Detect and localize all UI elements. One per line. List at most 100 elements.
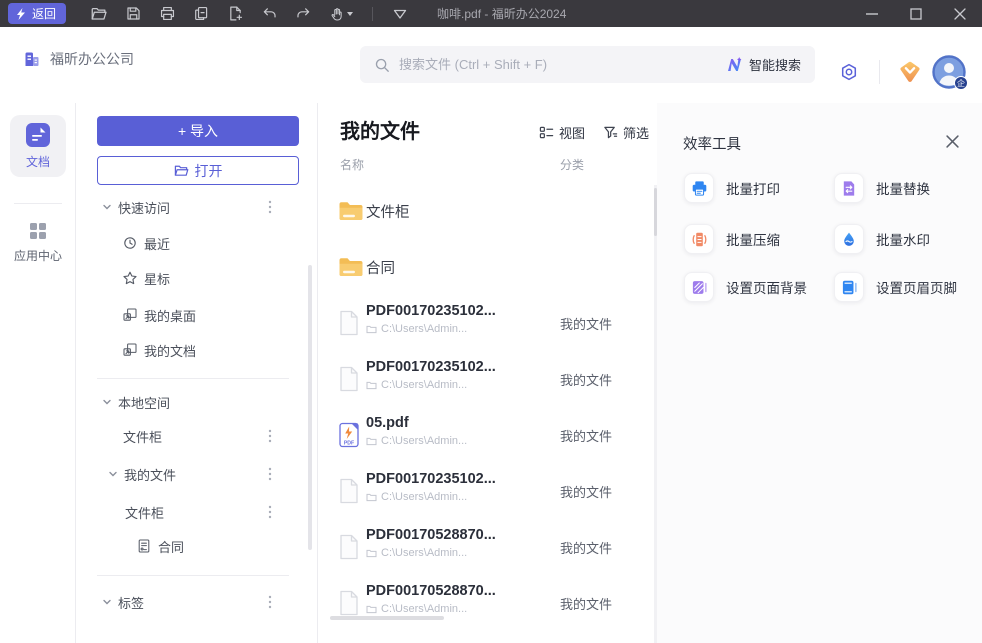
maximize-button[interactable] [894, 0, 938, 27]
file-path: C:\Users\Admin... [366, 379, 496, 391]
search-input[interactable] [399, 57, 725, 72]
toolbar-divider [372, 7, 373, 21]
chevron-down-icon[interactable] [108, 469, 118, 479]
org-switcher[interactable]: 福昕办公公司 [22, 49, 134, 69]
app-header: 福昕办公公司 智能搜索 [0, 27, 982, 103]
sidebar-item-file-cabinet-sub[interactable]: 文件柜 [76, 494, 318, 530]
back-label: 返回 [32, 5, 56, 22]
window-controls [850, 0, 982, 27]
tool-batch-print[interactable]: 批量打印 [684, 173, 780, 203]
clock-icon [122, 235, 138, 251]
kebab-menu-icon[interactable] [268, 595, 272, 609]
sidebar-section-quick-access[interactable]: 快速访问 [76, 189, 318, 225]
tool-batch-watermark[interactable]: 批量水印 [834, 224, 930, 254]
sidebar-scrollbar[interactable] [308, 265, 312, 550]
chevron-down-icon[interactable] [102, 597, 112, 607]
batch-replace-icon [834, 173, 864, 203]
table-row-file[interactable]: PDF00170528870... C:\Users\Admin... 我的文件 [318, 519, 650, 575]
tool-batch-compress[interactable]: 批量压缩 [684, 224, 780, 254]
tool-header-footer[interactable]: 设置页眉页脚 [834, 272, 957, 302]
starred-label: 星标 [144, 269, 170, 288]
quick-access-label: 快速访问 [118, 198, 170, 217]
file-icon [338, 534, 360, 560]
rail-item-app-center[interactable]: 应用中心 [0, 221, 76, 264]
avatar[interactable]: 企 [932, 55, 966, 89]
table-row-file[interactable]: PDF00170235102... C:\Users\Admin... 我的文件 [318, 295, 650, 351]
sidebar-item-contract[interactable]: 合同 [76, 528, 318, 564]
hand-tool-icon[interactable] [324, 3, 358, 25]
table-row-file[interactable]: PDF00170235102... C:\Users\Admin... 我的文件 [318, 351, 650, 407]
sidebar-item-my-documents[interactable]: 我的文档 [76, 332, 318, 368]
collapse-toolbar-icon[interactable] [387, 3, 413, 25]
rail-item-documents[interactable]: 文档 [10, 115, 66, 177]
sidebar-item-file-cabinet[interactable]: 文件柜 [76, 418, 318, 454]
table-row-file[interactable]: PDF00170528870... C:\Users\Admin... 我的文件 [318, 575, 650, 631]
tags-label: 标签 [118, 593, 144, 612]
sidebar-section-tags[interactable]: 标签 [76, 584, 318, 620]
print-icon[interactable] [154, 3, 180, 25]
sidebar-divider [97, 378, 289, 379]
recent-label: 最近 [144, 234, 170, 253]
folder-icon [338, 256, 364, 278]
undo-icon[interactable] [256, 3, 282, 25]
close-icon[interactable] [944, 133, 960, 149]
tool-batch-replace[interactable]: 批量替换 [834, 173, 930, 203]
chevron-down-icon[interactable] [102, 202, 112, 212]
table-row-file[interactable]: PDF 05.pdf C:\Users\Admin... 我的文件 [318, 407, 650, 463]
redo-icon[interactable] [290, 3, 316, 25]
filter-button[interactable]: 筛选 [603, 123, 649, 142]
tools-panel-title: 效率工具 [683, 133, 741, 154]
kebab-menu-icon[interactable] [268, 200, 272, 214]
view-button[interactable]: 视图 [539, 123, 585, 142]
back-button[interactable]: 返回 [8, 3, 66, 24]
import-button[interactable]: + 导入 [97, 116, 299, 146]
rail-divider [14, 203, 62, 204]
sidebar-item-recent[interactable]: 最近 [76, 225, 318, 261]
filter-label: 筛选 [623, 123, 649, 142]
tool-label: 设置页眉页脚 [876, 277, 957, 297]
table-row-folder[interactable]: 合同 [318, 239, 650, 295]
kebab-menu-icon[interactable] [268, 467, 272, 481]
rail-app-center-label: 应用中心 [14, 247, 62, 264]
open-file-icon[interactable] [86, 3, 112, 25]
folder-icon [338, 200, 364, 222]
header-divider [879, 60, 880, 84]
column-name: 名称 [340, 156, 364, 173]
kebab-menu-icon[interactable] [268, 505, 272, 519]
hand-tool-caret-icon [347, 12, 353, 16]
sidebar-item-starred[interactable]: 星标 [76, 260, 318, 296]
settings-gear-icon[interactable] [837, 60, 861, 84]
duplicate-page-icon[interactable] [188, 3, 214, 25]
ai-search-button[interactable]: 智能搜索 [725, 55, 801, 74]
minimize-button[interactable] [850, 0, 894, 27]
file-path: C:\Users\Admin... [366, 435, 467, 447]
my-files-label: 我的文件 [124, 465, 176, 484]
open-button[interactable]: 打开 [97, 156, 299, 185]
tool-label: 批量打印 [726, 178, 780, 198]
sidebar-section-local-space[interactable]: 本地空间 [76, 384, 318, 420]
app-window: 返回 [0, 0, 982, 643]
chevron-down-icon[interactable] [102, 397, 112, 407]
open-button-label: 打开 [195, 161, 223, 181]
kebab-menu-icon[interactable] [268, 429, 272, 443]
table-row-folder[interactable]: 文件柜 [318, 183, 650, 239]
folder-name: 合同 [366, 257, 395, 278]
search-bar[interactable]: 智能搜索 [360, 46, 815, 83]
close-button[interactable] [938, 0, 982, 27]
new-page-icon[interactable] [222, 3, 248, 25]
file-name: PDF00170235102... [366, 471, 496, 487]
tool-page-background[interactable]: 设置页面背景 [684, 272, 807, 302]
sidebar-item-my-desktop[interactable]: 我的桌面 [76, 297, 318, 333]
save-icon[interactable] [120, 3, 146, 25]
list-horizontal-scrollbar[interactable] [330, 616, 444, 620]
file-icon [338, 478, 360, 504]
sidebar-item-my-files-selected[interactable]: 我的文件 [76, 456, 318, 492]
file-path: C:\Users\Admin... [366, 323, 496, 335]
file-category: 我的文件 [560, 314, 612, 333]
header-footer-icon [834, 272, 864, 302]
table-row-file[interactable]: PDF00170235102... C:\Users\Admin... 我的文件 [318, 463, 650, 519]
view-icon [539, 125, 554, 140]
vip-badge-icon[interactable] [897, 59, 923, 90]
file-name: PDF00170528870... [366, 583, 496, 599]
folder-name: 文件柜 [366, 201, 410, 222]
